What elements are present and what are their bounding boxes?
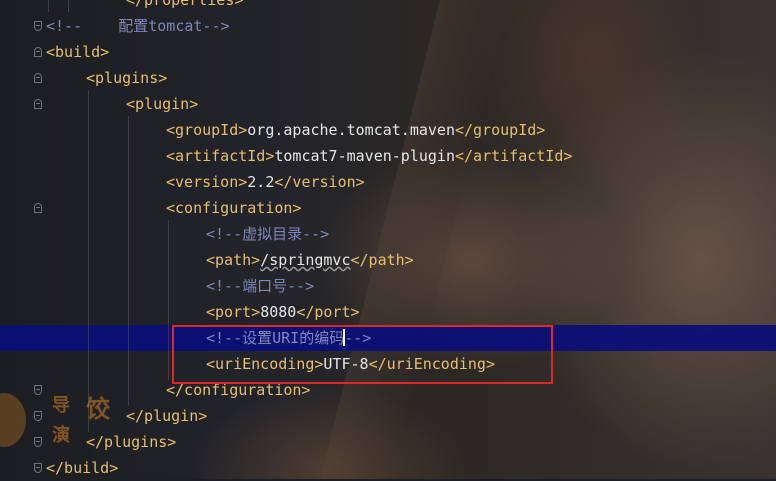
xml-tag: </groupId> xyxy=(455,121,546,139)
code-editor[interactable]: </properties> <!-- 配置tomcat--> <build> <plu… xyxy=(0,0,776,479)
xml-tag: <plugins> xyxy=(86,69,168,87)
xml-value: tomcat7-maven-plugin xyxy=(274,147,455,165)
xml-tag: </port> xyxy=(296,303,360,321)
xml-tag: <artifactId> xyxy=(166,147,275,165)
code-line[interactable]: <!-- 配置tomcat--> xyxy=(46,13,230,39)
xml-tag: </version> xyxy=(274,173,365,191)
code-line[interactable]: <version>2.2</version> xyxy=(166,169,365,195)
xml-tag: <port> xyxy=(206,303,261,321)
xml-comment: <!--端口号--> xyxy=(206,277,315,295)
xml-tag: <plugin> xyxy=(126,95,199,113)
xml-value: /springmvc xyxy=(260,251,351,269)
xml-value: 8080 xyxy=(260,303,297,321)
xml-tag: </path> xyxy=(350,251,414,269)
code-line[interactable]: </plugin> xyxy=(126,403,207,429)
xml-value: org.apache.tomcat.maven xyxy=(247,121,455,139)
code-line[interactable]: <plugin> xyxy=(126,91,198,117)
code-line[interactable]: <port>8080</port> xyxy=(206,299,360,325)
code-line[interactable]: <!--虚拟目录--> xyxy=(206,221,329,247)
xml-tag: </artifactId> xyxy=(455,147,573,165)
code-line[interactable]: <build> xyxy=(46,39,109,65)
xml-comment: <!-- 配置tomcat--> xyxy=(46,17,230,35)
code-line[interactable]: <configuration> xyxy=(166,195,301,221)
xml-tag: <groupId> xyxy=(166,121,248,139)
xml-tag: <configuration> xyxy=(166,199,302,217)
xml-tag: </build> xyxy=(46,459,119,477)
xml-comment: <!--虚拟目录--> xyxy=(206,225,330,243)
code-line[interactable]: </plugins> xyxy=(86,429,176,455)
code-line[interactable]: <path>/springmvc</path> xyxy=(206,247,414,273)
xml-tag: <build> xyxy=(46,43,110,61)
xml-tag: </properties> xyxy=(126,0,244,9)
xml-tag: </plugin> xyxy=(126,407,208,425)
code-line[interactable]: <!--端口号--> xyxy=(206,273,314,299)
code-line[interactable]: </properties> xyxy=(126,0,243,13)
xml-tag: <version> xyxy=(166,173,248,191)
xml-value: 2.2 xyxy=(247,173,275,191)
annotation-red-box xyxy=(172,325,553,384)
xml-tag: </plugins> xyxy=(86,433,177,451)
code-line[interactable]: <groupId>org.apache.tomcat.maven</groupI… xyxy=(166,117,545,143)
code-line[interactable]: <artifactId>tomcat7-maven-plugin</artifa… xyxy=(166,143,572,169)
code-line[interactable]: <plugins> xyxy=(86,65,167,91)
code-line[interactable]: </build> xyxy=(46,455,118,481)
xml-tag: <path> xyxy=(206,251,261,269)
